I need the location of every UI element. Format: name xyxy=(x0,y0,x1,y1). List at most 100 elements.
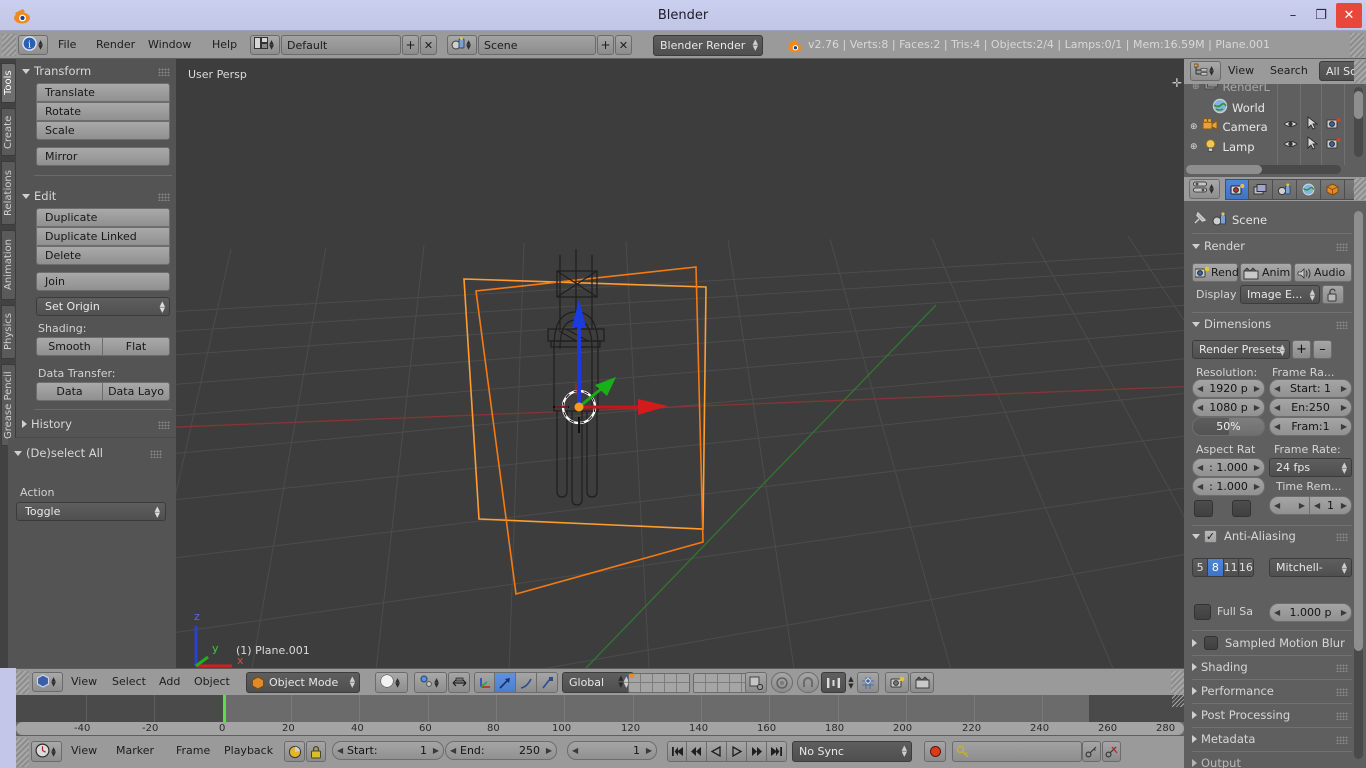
button-rotate[interactable]: Rotate xyxy=(36,102,170,121)
chevron-left-icon[interactable]: ◀ xyxy=(1197,384,1203,393)
panel-header-antialiasing[interactable]: ✓ Anti-Aliasing xyxy=(1192,529,1296,543)
panel-header-edit[interactable]: Edit xyxy=(22,189,56,203)
outliner-row-world[interactable]: World xyxy=(1212,98,1265,117)
render-preview-icon[interactable] xyxy=(745,672,767,693)
panel-grip-history[interactable] xyxy=(158,421,170,429)
viewport-menu-view[interactable]: View xyxy=(71,672,97,692)
scale-manipulator-icon-2[interactable] xyxy=(537,672,558,693)
add-screen-layout-button[interactable]: + xyxy=(402,35,419,55)
panel-grip-post-processing[interactable] xyxy=(1336,712,1348,720)
sync-mode-dropdown[interactable]: No Sync ▲ ▼ xyxy=(792,741,912,762)
dropdown-set-origin[interactable]: Set Origin ▲ ▼ xyxy=(36,297,170,316)
render-layers-tab-icon[interactable] xyxy=(1249,179,1273,200)
chevron-right-icon[interactable]: ▶ xyxy=(1254,403,1260,412)
visibility-icon[interactable] xyxy=(1283,117,1298,134)
play-icon[interactable] xyxy=(727,741,747,762)
aa-filter-size-field[interactable]: ◀ 1.000 p ▶ xyxy=(1269,603,1352,622)
area-corner-grip-properties[interactable] xyxy=(1354,178,1366,200)
minimize-button[interactable]: – xyxy=(1280,3,1306,28)
snap-spinner-icon[interactable]: ▲ ▼ xyxy=(847,673,855,693)
renderability-icon[interactable] xyxy=(1326,137,1341,153)
chevron-right-icon[interactable]: ▶ xyxy=(646,746,652,755)
panel-grip-shading[interactable] xyxy=(1336,664,1348,672)
properties-vscrollbar[interactable] xyxy=(1354,211,1363,651)
maximize-button[interactable]: ❐ xyxy=(1308,3,1334,28)
remove-keyframe-icon[interactable] xyxy=(1102,741,1121,762)
world-tab-icon[interactable] xyxy=(1297,179,1321,200)
timeline-playhead[interactable] xyxy=(223,695,226,722)
chevron-right-icon[interactable]: ▶ xyxy=(1299,501,1305,510)
panel-header-metadata[interactable]: Metadata xyxy=(1192,732,1255,746)
button-render-still[interactable]: Rend xyxy=(1192,263,1239,282)
viewport-menu-select[interactable]: Select xyxy=(112,672,146,692)
remove-preset-button[interactable]: – xyxy=(1313,340,1332,359)
chevron-left-icon[interactable]: ◀ xyxy=(1314,501,1320,510)
aspect-y-field[interactable]: ◀ : 1.000 ▶ xyxy=(1192,477,1265,496)
outliner-menu-view[interactable]: View xyxy=(1228,61,1254,81)
button-duplicate-linked[interactable]: Duplicate Linked xyxy=(36,227,170,246)
area-corner-grip-right[interactable] xyxy=(1350,33,1364,57)
jump-next-keyframe-icon[interactable] xyxy=(747,741,767,762)
properties-region[interactable]: Scene Render Rend Anim Audio Display Ima… xyxy=(1184,177,1366,768)
scene-tab-icon[interactable] xyxy=(1273,179,1297,200)
jump-to-end-icon[interactable] xyxy=(767,741,787,762)
dropdown-action-toggle[interactable]: Toggle ▲ ▼ xyxy=(16,502,166,521)
button-join[interactable]: Join xyxy=(36,272,170,291)
tab-physics[interactable]: Physics xyxy=(1,305,16,359)
tab-tools[interactable]: Tools xyxy=(1,63,16,103)
button-delete[interactable]: Delete xyxy=(36,246,170,265)
button-render-audio[interactable]: Audio xyxy=(1294,263,1352,282)
tab-animation[interactable]: Animation xyxy=(1,230,16,300)
chevron-right-icon[interactable]: ▶ xyxy=(1254,463,1260,472)
playback-transport[interactable] xyxy=(667,741,787,762)
panel-grip-metadata[interactable] xyxy=(1336,736,1348,744)
proportional-edit-icon[interactable] xyxy=(771,672,793,693)
tab-create[interactable]: Create xyxy=(1,108,16,156)
antialiasing-checkbox[interactable]: ✓ xyxy=(1204,529,1217,543)
time-remap-new-field[interactable]: ◀ 1 ▶ xyxy=(1310,496,1352,515)
crop-toggle[interactable] xyxy=(1232,500,1251,517)
jump-prev-keyframe-icon[interactable] xyxy=(687,741,707,762)
current-frame-field[interactable]: ◀ 1 ▶ xyxy=(567,741,657,760)
add-keyframe-icon[interactable] xyxy=(1082,741,1101,762)
area-corner-grip[interactable] xyxy=(2,34,16,56)
button-scale[interactable]: Scale xyxy=(36,121,170,140)
chevron-left-icon[interactable]: ◀ xyxy=(572,746,578,755)
timeline-icon[interactable]: ▲ ▼ xyxy=(31,741,62,762)
outliner-tree[interactable]: ⊕ RenderL World ⊕ Camera ⊕ Lamp xyxy=(1184,84,1366,165)
delete-scene-button[interactable]: ✕ xyxy=(615,35,632,55)
scale-manipulator-icon[interactable] xyxy=(516,672,537,693)
chevron-right-icon[interactable]: ▶ xyxy=(546,746,552,755)
button-translate[interactable]: Translate xyxy=(36,83,170,102)
resolution-percent-slider[interactable]: 50% xyxy=(1192,417,1265,436)
panel-header-render[interactable]: Render xyxy=(1192,239,1245,253)
visibility-icon[interactable] xyxy=(1283,137,1298,154)
frame-end-field[interactable]: ◀ End: 250 ▶ xyxy=(445,741,557,760)
time-remap-old-field[interactable]: ◀ ▶ xyxy=(1269,496,1310,515)
outliner-row-lamp[interactable]: ⊕ Lamp xyxy=(1190,138,1255,156)
interaction-mode-dropdown[interactable]: Object Mode ▲ ▼ xyxy=(246,672,360,693)
editor-type-selector[interactable]: i ▲ ▼ xyxy=(18,35,48,55)
properties-editor-icon[interactable]: ▲ ▼ xyxy=(1189,179,1220,199)
panel-grip-transform[interactable] xyxy=(158,68,170,76)
chevron-left-icon[interactable]: ◀ xyxy=(337,746,343,755)
record-auto-key-icon[interactable] xyxy=(284,741,305,762)
viewport-menu-object[interactable]: Object xyxy=(194,672,230,692)
menu-help[interactable]: Help xyxy=(212,35,237,55)
panel-grip-edit[interactable] xyxy=(158,193,170,201)
chevron-right-icon[interactable]: ▶ xyxy=(433,746,439,755)
timeline-track-area[interactable] xyxy=(16,695,1184,722)
expand-icon[interactable]: ⊕ xyxy=(1190,122,1198,132)
chevron-right-icon[interactable]: ▶ xyxy=(1341,501,1347,510)
aa-sample-11[interactable]: 11 xyxy=(1223,558,1239,577)
chevron-right-icon[interactable]: ▶ xyxy=(1254,482,1260,491)
object-tab-icon[interactable] xyxy=(1321,179,1345,200)
manipulator-toggle-button[interactable] xyxy=(448,672,470,693)
area-corner-grip-timeline[interactable] xyxy=(16,738,29,767)
manipulator-mode-group[interactable] xyxy=(474,672,558,693)
close-button[interactable]: ✕ xyxy=(1336,3,1362,28)
layer-spinner-icon[interactable]: ▲ ▼ xyxy=(617,672,625,693)
outliner-row-camera[interactable]: ⊕ Camera xyxy=(1190,118,1268,135)
chevron-right-icon[interactable]: ▶ xyxy=(1341,384,1347,393)
chevron-right-icon[interactable]: ▶ xyxy=(1341,608,1347,617)
